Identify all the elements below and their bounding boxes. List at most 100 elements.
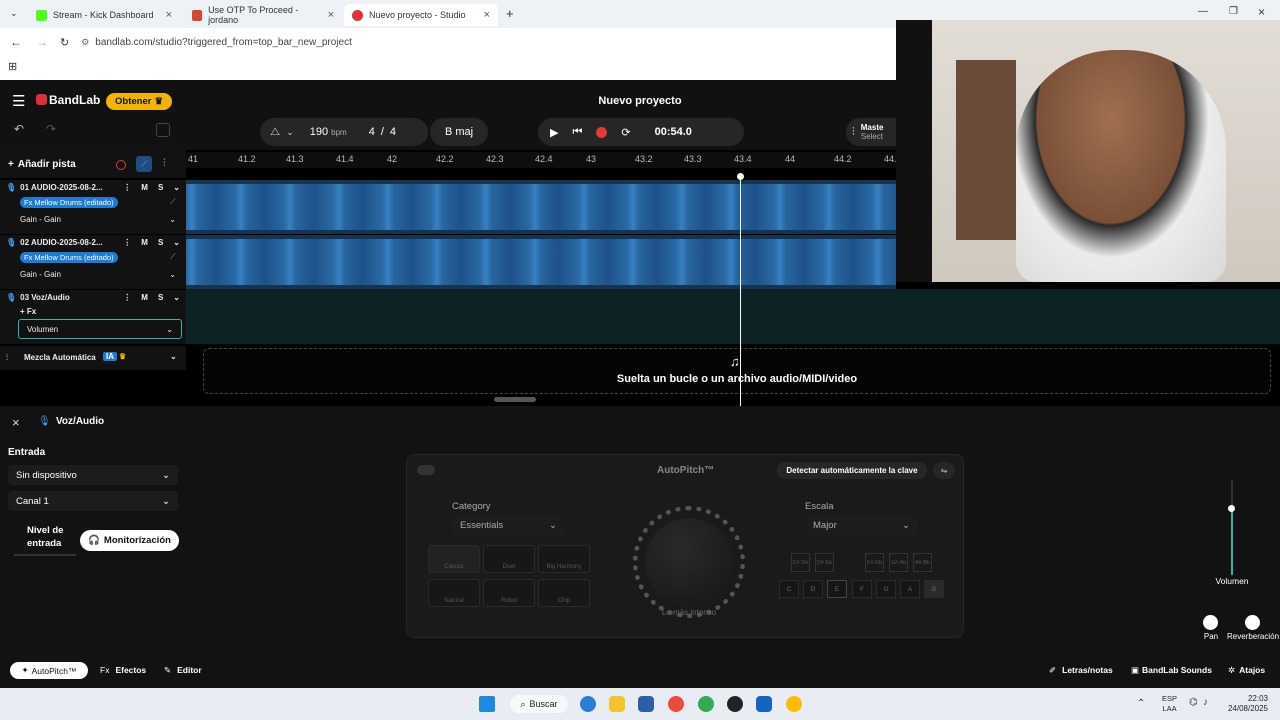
scale-key-d[interactable]: D <box>803 580 823 598</box>
track-lane-2[interactable] <box>186 235 896 289</box>
mute-button[interactable]: M <box>141 293 148 302</box>
track-options-icon[interactable]: ⋮ <box>123 183 131 192</box>
fx-tag[interactable]: Fx Mellow Drums (editado) <box>20 252 118 263</box>
style-robot-button[interactable]: Robot <box>483 579 535 607</box>
scale-select[interactable]: Major ⌄ <box>805 515 918 535</box>
chevron-down-icon[interactable]: ⌄ <box>170 352 177 361</box>
scale-key-c[interactable]: C <box>779 580 799 598</box>
settings-sliders-icon[interactable]: ⇋ <box>933 462 955 479</box>
new-tab-icon[interactable]: + <box>506 6 514 21</box>
back-icon[interactable]: ← <box>10 35 22 49</box>
site-info-icon[interactable]: ⚙ <box>81 37 89 48</box>
add-fx-button[interactable]: + Fx <box>20 307 36 316</box>
chrome-icon[interactable] <box>668 696 684 712</box>
add-track-button[interactable]: + Añadir pista <box>8 156 76 172</box>
category-select[interactable]: Essentials ⌄ <box>452 515 565 535</box>
tab-studio[interactable]: Nuevo proyecto - Studio × <box>344 4 498 26</box>
track-name[interactable]: 01 AUDIO-2025-08-2... <box>20 183 119 192</box>
obs-icon[interactable] <box>727 696 743 712</box>
maximize-icon[interactable]: ❐ <box>1229 6 1238 17</box>
autopitch-toggle[interactable] <box>417 465 435 475</box>
scale-key-f[interactable]: F <box>852 580 872 598</box>
time-signature-numerator[interactable]: 4 <box>369 126 375 138</box>
fullscreen-icon[interactable] <box>156 123 170 137</box>
bpm-value[interactable]: 190 <box>310 126 328 138</box>
mute-button[interactable]: M <box>141 238 148 247</box>
chord-key-button[interactable]: A# Bb <box>913 553 932 572</box>
monitoring-button[interactable]: 🎧 Monitorización <box>80 530 179 551</box>
playhead-handle[interactable] <box>737 173 744 180</box>
tab-effects[interactable]: Fx Efectos <box>100 665 146 675</box>
mute-button[interactable]: M <box>141 183 148 192</box>
volume-icon[interactable]: ♪ <box>1203 697 1208 708</box>
bandlab-sounds-button[interactable]: ▣ BandLab Sounds <box>1131 665 1212 676</box>
file-explorer-icon[interactable] <box>609 696 625 712</box>
close-tab-icon[interactable]: × <box>328 9 334 21</box>
metronome-icon[interactable]: ⧍ <box>270 126 280 139</box>
automation-param-select[interactable]: Gain - Gain ⌄ <box>20 212 176 226</box>
chord-key-button[interactable]: D# Eb <box>815 553 834 572</box>
track-options-icon[interactable]: ⋮ <box>123 238 131 247</box>
intensity-knob[interactable] <box>645 518 733 606</box>
expand-chevron-icon[interactable]: ⌄ <box>173 183 180 192</box>
taskbar-search[interactable]: ⌕ Buscar <box>510 695 568 713</box>
chrome-profile-icon[interactable] <box>698 696 714 712</box>
language-indicator[interactable]: ESP LAA <box>1162 694 1177 714</box>
apps-grid-icon[interactable]: ⊞ <box>8 60 17 73</box>
expand-chevron-icon[interactable]: ⌄ <box>173 238 180 247</box>
tab-list-chevron-icon[interactable]: ⌄ <box>10 8 18 19</box>
skip-back-icon[interactable]: ⏮ <box>572 126 582 139</box>
scale-key-g[interactable]: G <box>876 580 896 598</box>
solo-button[interactable]: S <box>158 183 163 192</box>
reverb-knob[interactable] <box>1245 615 1260 630</box>
detect-key-button[interactable]: Detectar automáticamente la clave <box>777 462 927 479</box>
chord-key-button[interactable]: G# Ab <box>889 553 908 572</box>
metronome-dropdown-icon[interactable]: ⌄ <box>286 127 294 138</box>
windows-start-icon[interactable] <box>479 696 495 712</box>
close-tab-icon[interactable]: × <box>484 9 490 21</box>
input-device-select[interactable]: Sin dispositivo ⌄ <box>8 465 178 485</box>
url-field[interactable]: bandlab.com/studio?triggered_from=top_ba… <box>95 37 352 48</box>
tab-editor[interactable]: ✎ Editor <box>164 665 202 676</box>
channel-select[interactable]: Canal 1 ⌄ <box>8 491 178 511</box>
taskbar-clock[interactable]: 22:03 24/08/2025 <box>1216 694 1268 714</box>
close-window-icon[interactable]: × <box>1258 5 1265 19</box>
track-options-icon[interactable]: ⋮ <box>123 293 131 302</box>
project-title[interactable]: Nuevo proyecto <box>560 95 720 107</box>
record-icon[interactable] <box>596 126 608 138</box>
network-icon[interactable]: ⌬ <box>1189 697 1198 708</box>
tab-autopitch[interactable]: ✦ AutoPitch™ <box>10 662 88 679</box>
style-natural-button[interactable]: Natural <box>428 579 480 607</box>
track-header-2[interactable]: 🎙 02 AUDIO-2025-08-2... ⋮ M S ⌄ Fx Mello… <box>0 235 186 289</box>
timeline-ruler[interactable]: 41 41.2 41.3 41.4 42 42.2 42.3 42.4 43 4… <box>186 152 897 168</box>
automation-param-select[interactable]: Gain - Gain ⌄ <box>20 267 176 281</box>
automation-icon[interactable]: ⟋ <box>136 156 152 172</box>
tab-kick[interactable]: Stream - Kick Dashboard × <box>28 4 180 26</box>
expand-chevron-icon[interactable]: ⌄ <box>173 293 180 302</box>
minimize-icon[interactable]: — <box>1198 6 1208 17</box>
lyrics-button[interactable]: ✐ Letras/notas <box>1049 665 1113 676</box>
solo-button[interactable]: S <box>158 293 163 302</box>
volume-fader-handle[interactable] <box>1228 505 1235 512</box>
app-icon[interactable] <box>756 696 772 712</box>
chord-key-button[interactable]: F# Gb <box>865 553 884 572</box>
automation-lane-icon[interactable]: ⟋ <box>170 197 176 207</box>
chord-key-button[interactable]: C# Db <box>791 553 810 572</box>
track-name[interactable]: 02 AUDIO-2025-08-2... <box>20 238 119 247</box>
audio-waveform[interactable] <box>186 239 896 285</box>
audio-waveform[interactable] <box>186 184 896 230</box>
obtain-button[interactable]: Obtener ♛ <box>106 93 172 110</box>
store-icon[interactable] <box>638 696 654 712</box>
shortcuts-button[interactable]: ✲ Atajos <box>1228 665 1265 676</box>
scale-key-a[interactable]: A <box>900 580 920 598</box>
record-arm-icon[interactable] <box>116 160 126 170</box>
style-duet-button[interactable]: Duet <box>483 545 535 573</box>
loop-icon[interactable]: ⟳ <box>621 126 630 139</box>
track-header-3[interactable]: 🎙 03 Voz/Audio ⋮ M S ⌄ + Fx Volumen ⌄ <box>0 290 186 344</box>
track-header-1[interactable]: 🎙 01 AUDIO-2025-08-2... ⋮ M S ⌄ Fx Mello… <box>0 180 186 234</box>
horizontal-scrollbar[interactable] <box>494 397 536 402</box>
close-panel-icon[interactable]: × <box>12 415 20 430</box>
key-button[interactable]: B maj <box>430 118 488 146</box>
track-lane-1[interactable] <box>186 180 896 234</box>
track-settings-icon[interactable]: ⫶ <box>163 158 166 169</box>
